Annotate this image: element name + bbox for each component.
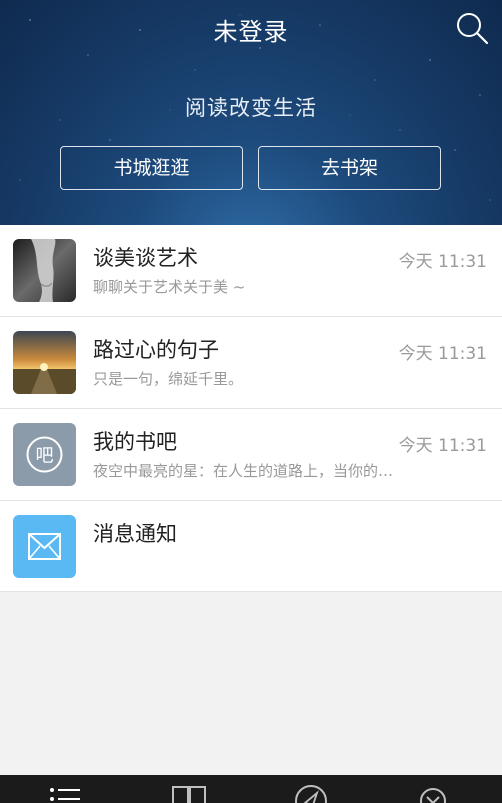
bookshelf-button[interactable]: 去书架	[258, 146, 441, 190]
book-icon[interactable]	[169, 783, 209, 803]
bookstore-button[interactable]: 书城逛逛	[60, 146, 243, 190]
item-subtitle: 只是一句，绵延千里。	[93, 370, 244, 388]
item-title: 路过心的句子	[93, 338, 219, 362]
list-item[interactable]: 消息通知	[0, 501, 502, 592]
item-title: 谈美谈艺术	[93, 246, 198, 270]
item-subtitle: 聊聊关于艺术关于美 ~	[93, 278, 246, 296]
chevron-circle-icon[interactable]	[413, 783, 453, 803]
item-time: 今天 11:31	[398, 252, 487, 272]
avatar-art	[13, 239, 76, 302]
item-time: 今天 11:31	[398, 344, 487, 364]
avatar-sunset	[13, 331, 76, 394]
envelope-icon	[13, 515, 76, 578]
list-item[interactable]: 路过心的句子 只是一句，绵延千里。 今天 11:31	[0, 317, 502, 409]
item-title: 我的书吧	[93, 430, 177, 454]
page-title: 未登录	[213, 18, 289, 46]
list-item[interactable]: 谈美谈艺术 聊聊关于艺术关于美 ~ 今天 11:31	[0, 225, 502, 317]
search-icon[interactable]	[454, 10, 490, 46]
slogan-text: 阅读改变生活	[185, 96, 317, 120]
item-subtitle: 夜空中最亮的星：在人生的道路上，当你的…	[93, 462, 394, 480]
header-banner: 未登录 阅读改变生活 书城逛逛 去书架	[0, 0, 502, 225]
book-bar-icon: 吧	[13, 423, 76, 486]
list-icon[interactable]	[46, 783, 86, 803]
compass-icon[interactable]	[291, 783, 331, 803]
list-item[interactable]: 吧 我的书吧 夜空中最亮的星：在人生的道路上，当你的… 今天 11:31	[0, 409, 502, 501]
item-time: 今天 11:31	[398, 436, 487, 456]
item-title: 消息通知	[93, 522, 177, 546]
bar-icon-glyph: 吧	[36, 446, 54, 467]
bottom-tab-bar	[0, 775, 502, 803]
message-list: 谈美谈艺术 聊聊关于艺术关于美 ~ 今天 11:31 路过心的句子 只是一句，绵…	[0, 225, 502, 592]
